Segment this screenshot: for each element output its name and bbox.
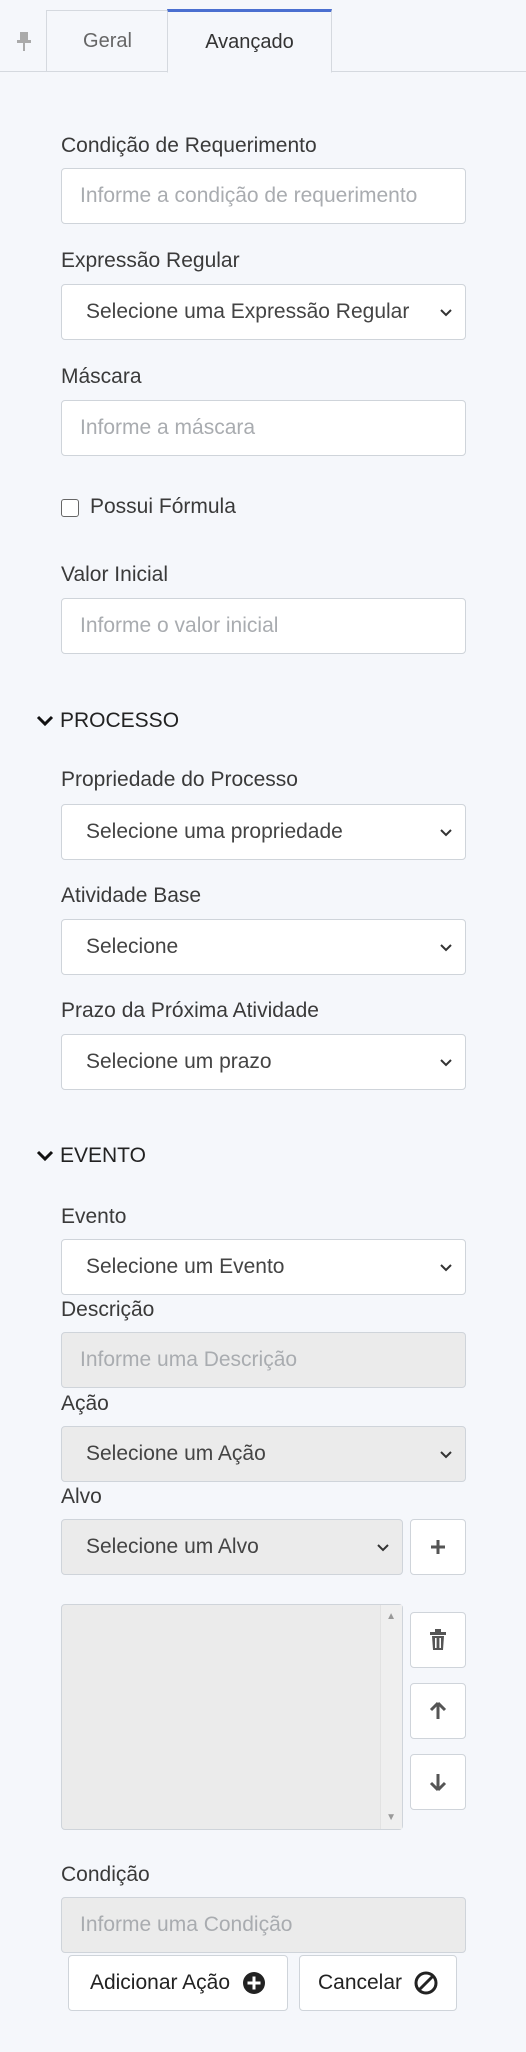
processo-title: PROCESSO bbox=[60, 709, 180, 732]
atividade-base-select[interactable]: Selecione bbox=[61, 919, 466, 975]
chevron-down-icon bbox=[36, 1150, 54, 1162]
scroll-down-arrow-icon[interactable]: ▼ bbox=[386, 1812, 396, 1823]
listbox-scrollbar[interactable]: ▲ ▼ bbox=[380, 1605, 402, 1829]
scroll-up-arrow-icon[interactable]: ▲ bbox=[386, 1611, 396, 1622]
evento-title: EVENTO bbox=[60, 1144, 146, 1167]
valor-inicial-label: Valor Inicial bbox=[61, 563, 168, 586]
possui-formula-checkbox[interactable] bbox=[61, 499, 79, 517]
propriedade-select[interactable]: Selecione uma propriedade bbox=[61, 804, 466, 860]
add-alvo-button[interactable] bbox=[410, 1519, 466, 1575]
condicao-label: Condição bbox=[61, 1863, 150, 1886]
chevron-down-icon bbox=[440, 944, 452, 952]
evento-select[interactable]: Selecione um Evento bbox=[61, 1239, 466, 1295]
condicao-requerimento-input[interactable]: Informe a condição de requerimento bbox=[61, 168, 466, 224]
arrow-up-icon bbox=[429, 1701, 447, 1719]
chevron-down-icon bbox=[440, 309, 452, 317]
atividade-base-label: Atividade Base bbox=[61, 884, 202, 907]
propriedade-value: Selecione uma propriedade bbox=[86, 820, 343, 843]
evento-section-header[interactable]: EVENTO bbox=[36, 1144, 146, 1168]
alvo-value: Selecione um Alvo bbox=[86, 1535, 259, 1558]
processo-section-header[interactable]: PROCESSO bbox=[36, 709, 179, 733]
expressao-regular-select[interactable]: Selecione uma Expressão Regular bbox=[61, 284, 466, 340]
prazo-value: Selecione um prazo bbox=[86, 1050, 272, 1073]
acao-label: Ação bbox=[61, 1392, 109, 1415]
evento-value: Selecione um Evento bbox=[86, 1255, 285, 1278]
arrow-down-icon bbox=[429, 1774, 447, 1792]
tab-bar: Geral Avançado bbox=[0, 0, 526, 73]
cancelar-label: Cancelar bbox=[317, 1971, 403, 1994]
chevron-down-icon bbox=[440, 1451, 452, 1459]
pin-icon[interactable] bbox=[14, 30, 34, 52]
propriedade-label: Propriedade do Processo bbox=[61, 768, 298, 791]
acao-value: Selecione um Ação bbox=[86, 1442, 266, 1465]
mascara-label: Máscara bbox=[61, 365, 142, 388]
acoes-listbox[interactable]: ▲ ▼ bbox=[61, 1604, 403, 1830]
evento-label: Evento bbox=[61, 1205, 127, 1228]
alvo-select[interactable]: Selecione um Alvo bbox=[61, 1519, 403, 1575]
chevron-down-icon bbox=[377, 1544, 389, 1552]
expressao-regular-value: Selecione uma Expressão Regular bbox=[86, 300, 410, 323]
mascara-input[interactable]: Informe a máscara bbox=[61, 400, 466, 456]
chevron-down-icon bbox=[36, 715, 54, 727]
tab-avancado[interactable]: Avançado bbox=[167, 9, 332, 73]
chevron-down-icon bbox=[440, 1264, 452, 1272]
condicao-input[interactable]: Informe uma Condição bbox=[61, 1897, 466, 1953]
prazo-select[interactable]: Selecione um prazo bbox=[61, 1034, 466, 1090]
trash-icon bbox=[430, 1629, 446, 1650]
expressao-regular-label: Expressão Regular bbox=[61, 249, 240, 272]
prazo-label: Prazo da Próxima Atividade bbox=[61, 999, 319, 1022]
atividade-base-value: Selecione bbox=[86, 935, 179, 958]
descricao-input[interactable]: Informe uma Descrição bbox=[61, 1332, 466, 1388]
delete-button[interactable] bbox=[410, 1612, 466, 1668]
ban-icon bbox=[414, 1971, 438, 1995]
chevron-down-icon bbox=[440, 1059, 452, 1067]
cancelar-button[interactable]: Cancelar bbox=[299, 1955, 457, 2011]
descricao-label: Descrição bbox=[61, 1298, 155, 1321]
alvo-label: Alvo bbox=[61, 1485, 102, 1508]
move-up-button[interactable] bbox=[410, 1683, 466, 1739]
condicao-requerimento-label: Condição de Requerimento bbox=[61, 134, 317, 157]
adicionar-acao-button[interactable]: Adicionar Ação bbox=[68, 1955, 288, 2011]
plus-circle-icon bbox=[243, 1972, 266, 1994]
chevron-down-icon bbox=[440, 829, 452, 837]
possui-formula-label: Possui Fórmula bbox=[90, 495, 236, 518]
move-down-button[interactable] bbox=[410, 1754, 466, 1810]
acao-select[interactable]: Selecione um Ação bbox=[61, 1426, 466, 1482]
tab-geral[interactable]: Geral bbox=[46, 10, 168, 72]
plus-icon bbox=[431, 1540, 445, 1554]
valor-inicial-input[interactable]: Informe o valor inicial bbox=[61, 598, 466, 654]
adicionar-acao-label: Adicionar Ação bbox=[89, 1971, 231, 1994]
